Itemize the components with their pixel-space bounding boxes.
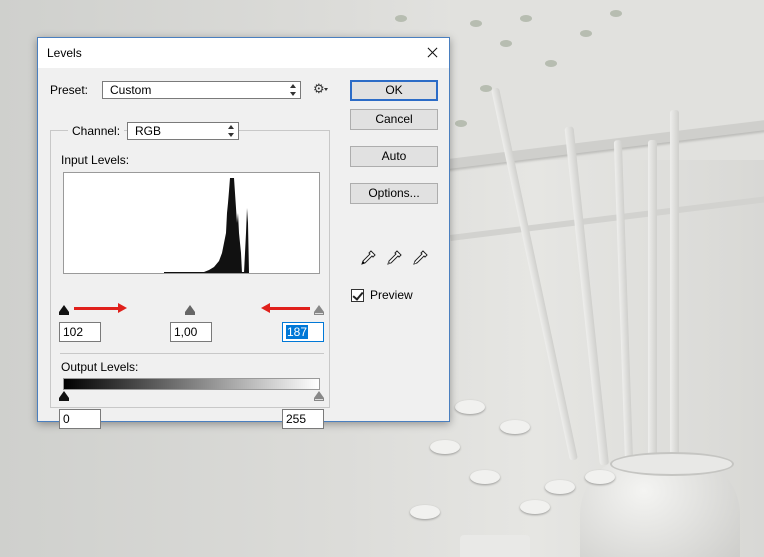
divider [60, 353, 324, 354]
input-white-slider[interactable] [314, 305, 324, 312]
settings-gear-icon[interactable]: ⚙ [313, 82, 329, 96]
channel-dropdown[interactable]: RGB [127, 122, 239, 140]
input-levels-label: Input Levels: [61, 153, 130, 167]
input-black-slider[interactable] [59, 305, 69, 312]
preview-checkbox[interactable] [351, 289, 364, 302]
input-gamma-slider[interactable] [185, 305, 195, 312]
histogram [63, 172, 320, 274]
dialog-title: Levels [47, 46, 82, 60]
output-gradient [63, 378, 320, 390]
gray-eyedropper-icon[interactable] [386, 250, 402, 266]
annotation-arrow-right [74, 303, 127, 313]
white-eyedropper-icon[interactable] [412, 250, 428, 266]
black-eyedropper-icon[interactable] [360, 250, 376, 266]
input-white-field[interactable]: 187 [282, 322, 324, 342]
channel-label: Channel: [68, 124, 125, 138]
dropdown-arrows-icon [290, 84, 297, 96]
input-black-field[interactable]: 102 [59, 322, 101, 342]
dropdown-arrows-icon [228, 125, 235, 137]
options-button[interactable]: Options... [350, 183, 438, 204]
close-icon[interactable] [415, 38, 449, 68]
ok-button[interactable]: OK [350, 80, 438, 101]
input-gamma-field[interactable]: 1,00 [170, 322, 212, 342]
output-white-field[interactable]: 255 [282, 409, 324, 429]
preset-label: Preset: [50, 83, 89, 97]
preset-dropdown[interactable]: Custom [102, 81, 301, 99]
output-white-slider[interactable] [314, 391, 324, 398]
channel-value: RGB [135, 124, 162, 138]
cancel-button[interactable]: Cancel [350, 109, 438, 130]
dialog-body: Preset: Custom ⚙ Channel: RGB Input Leve… [38, 68, 449, 429]
output-black-slider[interactable] [59, 391, 69, 398]
levels-dialog: Levels Preset: Custom ⚙ Channel: RGB Inp… [37, 37, 450, 429]
output-black-field[interactable]: 0 [59, 409, 101, 429]
auto-button[interactable]: Auto [350, 146, 438, 167]
annotation-arrow-left [261, 303, 310, 313]
preview-label[interactable]: Preview [370, 288, 413, 302]
preset-value: Custom [110, 83, 152, 97]
title-bar[interactable]: Levels [38, 38, 449, 68]
output-levels-label: Output Levels: [61, 360, 139, 374]
